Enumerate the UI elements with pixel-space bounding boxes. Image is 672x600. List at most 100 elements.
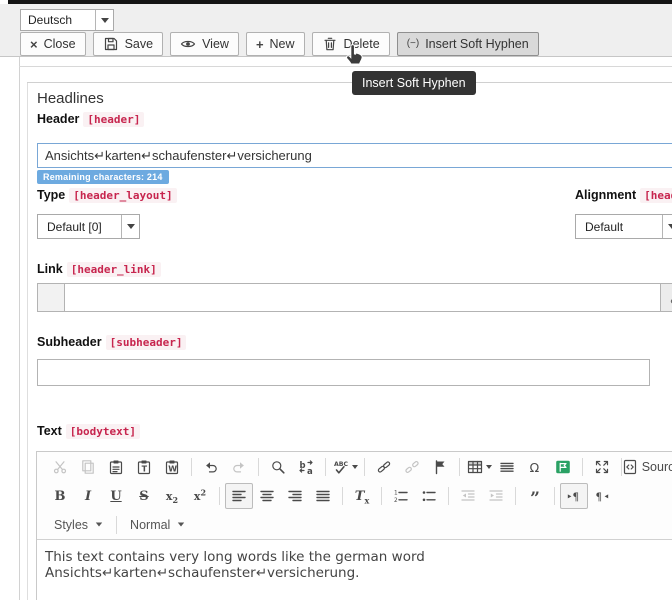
ordered-list-button[interactable]: 12 bbox=[387, 483, 415, 509]
view-button[interactable]: View bbox=[170, 32, 239, 56]
svg-text:ABC: ABC bbox=[334, 461, 349, 468]
toolbar-separator bbox=[325, 458, 326, 476]
indent-icon bbox=[488, 488, 504, 504]
special-char-button[interactable]: Ω bbox=[521, 454, 549, 480]
blockquote-button[interactable]: ” bbox=[521, 483, 549, 509]
italic-button[interactable]: I bbox=[74, 483, 102, 509]
typo3-edit-form-screen: Deutsch ×CloseSaveView+NewDelete(−)Inser… bbox=[0, 0, 672, 600]
form-panel-border-top bbox=[27, 82, 672, 83]
chevron-down-icon bbox=[96, 523, 102, 527]
alignment-field-tag: [header_p bbox=[640, 188, 672, 203]
unordered-list-button[interactable] bbox=[415, 483, 443, 509]
styles-combo[interactable]: Styles bbox=[46, 518, 111, 532]
align-left-icon bbox=[231, 488, 247, 504]
chevron-down-icon bbox=[486, 465, 492, 469]
alignment-field-label: Alignment[header_p bbox=[575, 188, 672, 202]
insert-soft-hyphen-button-label: Insert Soft Hyphen bbox=[425, 37, 529, 51]
header-field-tag: [header] bbox=[83, 112, 144, 127]
editor-toolbar-row-1: TWba ABC Ω Source bbox=[37, 452, 672, 481]
anchor-button[interactable] bbox=[426, 454, 454, 480]
remaining-characters-badge: Remaining characters: 214 bbox=[37, 170, 169, 184]
text-field-label: Text[bodytext] bbox=[37, 424, 140, 438]
svg-text:1: 1 bbox=[394, 490, 398, 496]
alignment-select[interactable]: Default bbox=[575, 214, 672, 239]
toolbar-separator bbox=[219, 487, 220, 505]
toolbar-separator bbox=[515, 487, 516, 505]
dir-rtl-button[interactable]: ¶ bbox=[588, 483, 616, 509]
close-button[interactable]: ×Close bbox=[20, 32, 86, 56]
alignment-select-value: Default bbox=[576, 220, 662, 234]
spellcheck-icon: ABC bbox=[333, 459, 349, 475]
remove-format-button[interactable]: Tx bbox=[348, 483, 376, 509]
header-input[interactable] bbox=[37, 143, 672, 168]
find-button[interactable] bbox=[264, 454, 292, 480]
editor-body-text: This text contains very long words like … bbox=[45, 549, 425, 581]
header-field-label: Header[header] bbox=[37, 112, 144, 126]
dir-rtl-icon: ¶ bbox=[594, 488, 610, 504]
align-left-button[interactable] bbox=[225, 483, 253, 509]
paste-icon bbox=[108, 459, 124, 475]
paste-text-icon: T bbox=[136, 459, 152, 475]
subscript-button[interactable]: x2 bbox=[158, 483, 186, 509]
styles-combo-label: Styles bbox=[54, 518, 88, 532]
paste-word-button[interactable]: W bbox=[158, 454, 186, 480]
link-button[interactable] bbox=[370, 454, 398, 480]
image-button[interactable] bbox=[549, 454, 577, 480]
link-type-addon bbox=[37, 283, 65, 312]
align-right-button[interactable] bbox=[281, 483, 309, 509]
table-button[interactable] bbox=[465, 454, 493, 480]
svg-text:a: a bbox=[307, 467, 313, 475]
horizontal-rule-icon bbox=[499, 459, 515, 475]
toolbar-separator bbox=[582, 458, 583, 476]
link-browser-button[interactable] bbox=[661, 283, 672, 312]
chevron-down-icon bbox=[121, 215, 139, 238]
strike-button[interactable]: S bbox=[130, 483, 158, 509]
undo-button[interactable] bbox=[197, 454, 225, 480]
redo-icon bbox=[231, 459, 247, 475]
editor-content-area[interactable]: This text contains very long words like … bbox=[37, 539, 672, 600]
type-select[interactable]: Default [0] bbox=[37, 214, 140, 239]
source-button[interactable]: Source bbox=[627, 454, 672, 480]
align-center-button[interactable] bbox=[253, 483, 281, 509]
language-select[interactable]: Deutsch bbox=[20, 9, 114, 31]
underline-button[interactable]: U bbox=[102, 483, 130, 509]
language-select-value: Deutsch bbox=[21, 13, 95, 27]
save-button[interactable]: Save bbox=[93, 32, 164, 56]
dir-ltr-button[interactable]: ¶ bbox=[560, 483, 588, 509]
outdent-button bbox=[454, 483, 482, 509]
horizontal-rule-button[interactable] bbox=[493, 454, 521, 480]
toolbar-separator bbox=[364, 458, 365, 476]
align-center-icon bbox=[259, 488, 275, 504]
link-input[interactable] bbox=[65, 283, 661, 312]
paste-button[interactable] bbox=[102, 454, 130, 480]
toolbar-separator bbox=[116, 516, 117, 534]
strike-icon: S bbox=[139, 487, 148, 505]
svg-text:¶: ¶ bbox=[596, 491, 603, 503]
chevron-down-icon bbox=[95, 10, 113, 30]
cut-icon bbox=[52, 459, 68, 475]
replace-button[interactable]: ba bbox=[292, 454, 320, 480]
italic-icon: I bbox=[85, 487, 91, 505]
outdent-icon bbox=[460, 488, 476, 504]
content-frame-border-left bbox=[19, 57, 20, 600]
toolbar-separator bbox=[258, 458, 259, 476]
plus-icon: + bbox=[256, 38, 264, 51]
align-justify-button[interactable] bbox=[309, 483, 337, 509]
paste-text-button[interactable]: T bbox=[130, 454, 158, 480]
maximize-button[interactable] bbox=[588, 454, 616, 480]
blockquote-icon: ” bbox=[530, 487, 540, 505]
toolbar-separator bbox=[448, 487, 449, 505]
bold-button[interactable]: B bbox=[46, 483, 74, 509]
table-icon bbox=[467, 459, 483, 475]
maximize-icon bbox=[594, 459, 610, 475]
subheader-input[interactable] bbox=[37, 359, 650, 386]
paragraph-format-combo[interactable]: Normal bbox=[122, 518, 193, 532]
superscript-button[interactable]: x2 bbox=[186, 483, 214, 509]
insert-soft-hyphen-button[interactable]: (−)Insert Soft Hyphen bbox=[397, 32, 539, 56]
new-button-label: New bbox=[270, 37, 295, 51]
new-button[interactable]: + New bbox=[246, 32, 305, 56]
chevron-down-icon bbox=[178, 523, 184, 527]
spellcheck-button[interactable]: ABC bbox=[331, 454, 359, 480]
paste-word-icon: W bbox=[164, 459, 180, 475]
text-field-tag: [bodytext] bbox=[66, 424, 140, 439]
